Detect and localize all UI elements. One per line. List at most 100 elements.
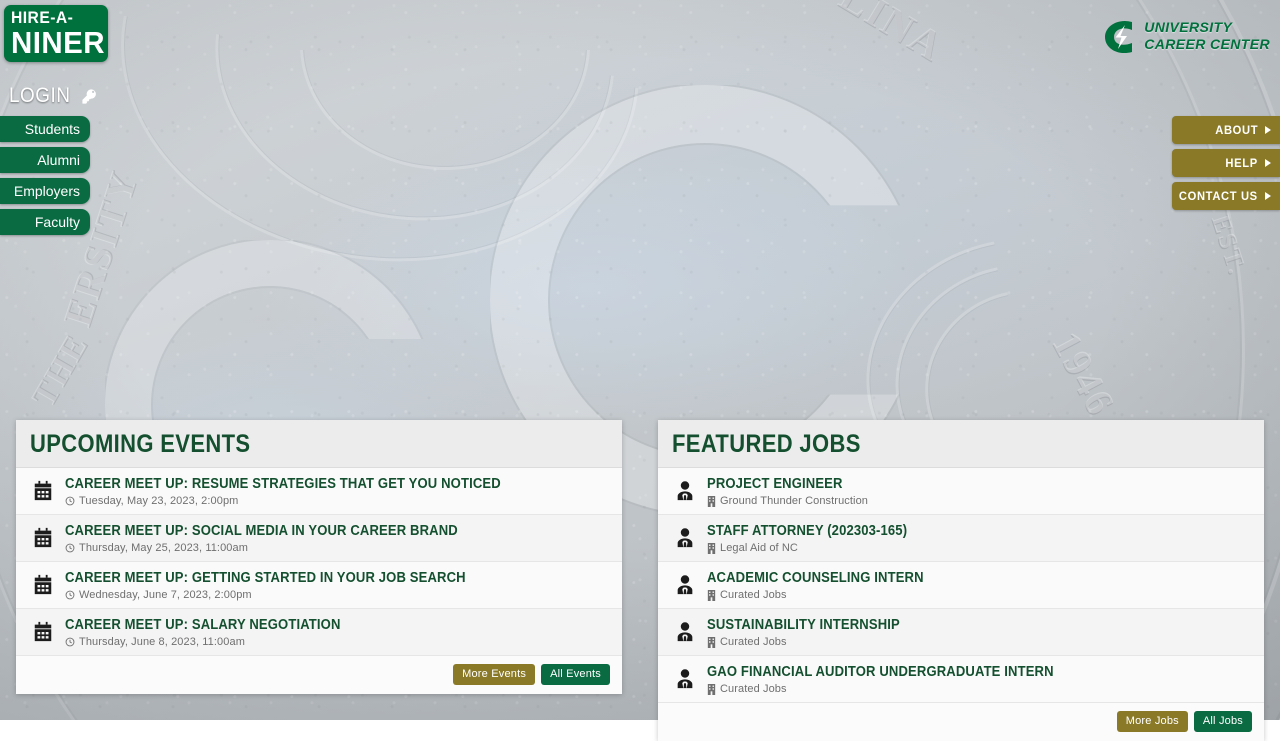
side-menu: ABOUT HELP CONTACT US (1172, 116, 1280, 210)
list-item[interactable]: CAREER MEET UP: GETTING STARTED IN YOUR … (16, 562, 622, 609)
job-title: ACADEMIC COUNSELING INTERN (707, 570, 1196, 586)
job-employer: Curated Jobs (720, 683, 787, 695)
side-menu-item-about[interactable]: ABOUT (1172, 116, 1280, 144)
building-icon (707, 496, 716, 507)
building-icon (707, 543, 716, 554)
all-events-button[interactable]: All Events (541, 664, 610, 685)
jobs-list: PROJECT ENGINEER Ground Thunder Construc… (658, 468, 1264, 703)
event-title: CAREER MEET UP: GETTING STARTED IN YOUR … (65, 570, 554, 586)
clock-icon (65, 590, 75, 600)
sidebar-item-employers[interactable]: Employers (0, 178, 90, 204)
list-item[interactable]: ACADEMIC COUNSELING INTERN Curated Jobs (658, 562, 1264, 609)
list-item[interactable]: GAO FINANCIAL AUDITOR UNDERGRADUATE INTE… (658, 656, 1264, 703)
nav-label: Faculty (35, 214, 80, 230)
list-item-body: ACADEMIC COUNSELING INTERN Curated Jobs (707, 570, 1250, 601)
list-item-body: CAREER MEET UP: GETTING STARTED IN YOUR … (65, 570, 608, 601)
clock-icon (65, 496, 75, 506)
more-events-button[interactable]: More Events (453, 664, 535, 685)
list-item[interactable]: CAREER MEET UP: RESUME STRATEGIES THAT G… (16, 468, 622, 515)
job-title: SUSTAINABILITY INTERNSHIP (707, 617, 1196, 633)
page-title-jobs: FEATURED JOBS (672, 430, 1181, 459)
calendar-icon (30, 571, 56, 599)
list-item[interactable]: PROJECT ENGINEER Ground Thunder Construc… (658, 468, 1264, 515)
sidebar-item-faculty[interactable]: Faculty (0, 209, 90, 235)
list-item-body: CAREER MEET UP: SALARY NEGOTIATION Thurs… (65, 617, 608, 648)
logo-line-1: HIRE-A- (11, 9, 94, 26)
login-link[interactable]: LOGIN (9, 84, 98, 108)
login-label: LOGIN (9, 84, 71, 108)
list-item-body: GAO FINANCIAL AUDITOR UNDERGRADUATE INTE… (707, 664, 1250, 695)
event-datetime: Tuesday, May 23, 2023, 2:00pm (79, 495, 238, 507)
sidebar-item-alumni[interactable]: Alumni (0, 147, 90, 173)
job-employer: Legal Aid of NC (720, 542, 798, 554)
event-title: CAREER MEET UP: RESUME STRATEGIES THAT G… (65, 476, 554, 492)
building-icon (707, 590, 716, 601)
event-meta: Wednesday, June 7, 2023, 2:00pm (65, 589, 608, 601)
ucc-line-2: CAREER CENTER (1144, 36, 1270, 53)
seal-text-est: EST. (1205, 211, 1253, 279)
more-jobs-button[interactable]: More Jobs (1117, 711, 1188, 732)
list-item[interactable]: STAFF ATTORNEY (202303-165) Legal Aid of… (658, 515, 1264, 562)
sidebar-item-students[interactable]: Students (0, 116, 90, 142)
list-item[interactable]: SUSTAINABILITY INTERNSHIP Curated Jobs (658, 609, 1264, 656)
chevron-right-icon (1265, 159, 1271, 167)
list-item-body: STAFF ATTORNEY (202303-165) Legal Aid of… (707, 523, 1250, 554)
calendar-icon (30, 618, 56, 646)
user-tie-icon (672, 571, 698, 599)
clock-icon (65, 543, 75, 553)
side-menu-label: ABOUT (1215, 123, 1258, 137)
nav-label: Students (25, 121, 80, 137)
calendar-icon (30, 477, 56, 505)
jobs-panel-footer: More Jobs All Jobs (658, 703, 1264, 741)
user-tie-icon (672, 618, 698, 646)
list-item-body: CAREER MEET UP: RESUME STRATEGIES THAT G… (65, 476, 608, 507)
side-menu-item-contact-us[interactable]: CONTACT US (1172, 182, 1280, 210)
university-career-center-logo[interactable]: UNIVERSITY CAREER CENTER (1102, 16, 1270, 56)
job-employer: Curated Jobs (720, 636, 787, 648)
list-item[interactable]: CAREER MEET UP: SALARY NEGOTIATION Thurs… (16, 609, 622, 656)
job-meta: Curated Jobs (707, 589, 1250, 601)
job-title: PROJECT ENGINEER (707, 476, 1196, 492)
event-meta: Thursday, May 25, 2023, 11:00am (65, 542, 608, 554)
job-meta: Ground Thunder Construction (707, 495, 1250, 507)
all-jobs-button[interactable]: All Jobs (1194, 711, 1252, 732)
seal-text-the: THE (25, 328, 97, 414)
job-employer: Curated Jobs (720, 589, 787, 601)
event-meta: Thursday, June 8, 2023, 11:00am (65, 636, 608, 648)
event-datetime: Thursday, June 8, 2023, 11:00am (79, 636, 245, 648)
job-title: STAFF ATTORNEY (202303-165) (707, 523, 1196, 539)
ucc-logo-text: UNIVERSITY CAREER CENTER (1144, 19, 1270, 54)
event-datetime: Thursday, May 25, 2023, 11:00am (79, 542, 248, 554)
user-tie-icon (672, 524, 698, 552)
side-menu-label: HELP (1226, 156, 1258, 170)
side-menu-label: CONTACT US (1179, 189, 1258, 203)
logo-line-2: NINER (11, 27, 97, 58)
user-tie-icon (672, 665, 698, 693)
nav-label: Employers (14, 183, 80, 199)
audience-nav: Students Alumni Employers Faculty (0, 116, 90, 235)
event-datetime: Wednesday, June 7, 2023, 2:00pm (79, 589, 252, 601)
featured-jobs-panel: FEATURED JOBS PROJECT ENGINEER Ground Th… (658, 420, 1264, 741)
nav-label: Alumni (37, 152, 80, 168)
building-icon (707, 684, 716, 695)
job-employer: Ground Thunder Construction (720, 495, 868, 507)
list-item-body: CAREER MEET UP: SOCIAL MEDIA IN YOUR CAR… (65, 523, 608, 554)
hire-a-niner-logo[interactable]: HIRE-A- NINER (4, 5, 108, 62)
chevron-right-icon (1265, 192, 1271, 200)
event-title: CAREER MEET UP: SOCIAL MEDIA IN YOUR CAR… (65, 523, 554, 539)
calendar-icon (30, 524, 56, 552)
user-tie-icon (672, 477, 698, 505)
seal-flourish-arc (300, 0, 590, 170)
events-list: CAREER MEET UP: RESUME STRATEGIES THAT G… (16, 468, 622, 656)
side-menu-item-help[interactable]: HELP (1172, 149, 1280, 177)
page-title-events: UPCOMING EVENTS (30, 430, 539, 459)
event-meta: Tuesday, May 23, 2023, 2:00pm (65, 495, 608, 507)
list-item-body: SUSTAINABILITY INTERNSHIP Curated Jobs (707, 617, 1250, 648)
list-item[interactable]: CAREER MEET UP: SOCIAL MEDIA IN YOUR CAR… (16, 515, 622, 562)
job-meta: Curated Jobs (707, 683, 1250, 695)
jobs-panel-header: FEATURED JOBS (658, 420, 1264, 468)
events-panel-header: UPCOMING EVENTS (16, 420, 622, 468)
upcoming-events-panel: UPCOMING EVENTS CAREER MEET UP: RESUME S… (16, 420, 622, 694)
key-icon (81, 88, 98, 105)
seal-text-year: 1946 (1043, 324, 1126, 424)
